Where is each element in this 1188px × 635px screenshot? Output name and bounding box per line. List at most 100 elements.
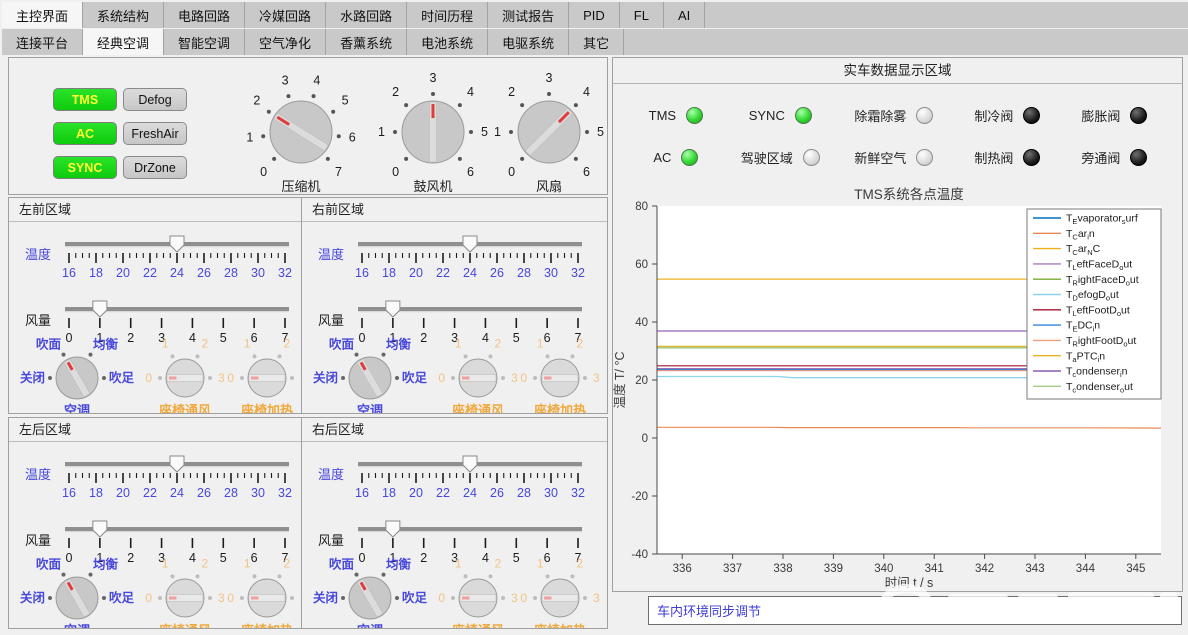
seat-heat-knob[interactable]: 0123座椅加热 — [223, 564, 302, 629]
slider-thumb[interactable] — [386, 301, 400, 317]
toggle-sync-button[interactable]: SYNC — [53, 156, 117, 179]
knob-pointer-group — [542, 595, 578, 602]
tab-classic-ac[interactable]: 经典空调 — [83, 29, 164, 55]
led-tms — [686, 107, 703, 124]
chart-title: TMS系统各点温度 — [854, 187, 964, 202]
temp-label: 温度 — [318, 464, 344, 483]
knob-stop-label: 3 — [430, 71, 437, 85]
tab-pid[interactable]: PID — [569, 2, 620, 28]
knob-stop-dot — [196, 574, 200, 578]
knob-pointer-group — [430, 102, 437, 162]
ac-mode-knob[interactable]: 关闭吹面均衡吹足空调 — [304, 560, 436, 629]
toggle-tms-button[interactable]: TMS — [53, 88, 117, 111]
slider-thumb[interactable] — [93, 301, 107, 317]
knob-stop-dot — [469, 130, 473, 134]
compressor-svg: 01234567压缩机 — [241, 84, 361, 194]
status-textbox[interactable]: 车内环境同步调节 — [648, 596, 1182, 625]
tab-ai[interactable]: AI — [664, 2, 705, 28]
temp-slider[interactable]: 161820222426283032 — [352, 234, 588, 291]
knob-stop-label: 吹足 — [109, 590, 135, 605]
tab-battery-system[interactable]: 电池系统 — [407, 29, 488, 55]
knob-stop-dot — [341, 376, 345, 380]
tab-fragrance-system[interactable]: 香薰系统 — [326, 29, 407, 55]
temperature-chart: TMS系统各点温度-40-200204060803363373383393403… — [613, 184, 1184, 591]
slider-tick-label: 22 — [143, 486, 157, 500]
tab-refrigerant-loop[interactable]: 冷媒回路 — [245, 2, 326, 28]
freshair-button[interactable]: FreshAir — [123, 122, 187, 145]
slider-tick-label: 22 — [436, 266, 450, 280]
knob-stop-dot — [208, 376, 212, 380]
drzone-button[interactable]: DrZone — [123, 156, 187, 179]
seat-heat-knob[interactable]: 0123座椅加热 — [516, 564, 604, 629]
knob-stop-label: 吹足 — [109, 370, 135, 385]
y-tick-label: 60 — [635, 259, 648, 271]
slider-tick-label: 20 — [409, 486, 423, 500]
y-tick-label: 0 — [642, 433, 648, 445]
seat-heat-svg: 0123座椅加热 — [223, 564, 302, 629]
knob-stop-dot — [382, 573, 386, 577]
blower-knob[interactable]: 0123456鼓风机 — [373, 84, 493, 199]
fan-knob[interactable]: 0123456风扇 — [489, 84, 609, 199]
tab-smart-ac[interactable]: 智能空调 — [164, 29, 245, 55]
tab-connect-platform[interactable]: 连接平台 — [2, 29, 83, 55]
knob-stop-dot — [312, 94, 316, 98]
seat-vent-svg: 0123座椅通风 — [434, 344, 522, 414]
knob-stop-label: 0 — [520, 371, 527, 385]
tab-electric-loop[interactable]: 电路回路 — [164, 2, 245, 28]
seat-vent-knob[interactable]: 0123座椅通风 — [141, 344, 229, 414]
ac-mode-knob[interactable]: 关闭吹面均衡吹足空调 — [11, 560, 143, 629]
temp-slider[interactable]: 161820222426283032 — [352, 454, 588, 511]
tab-water-loop[interactable]: 水路回路 — [326, 2, 407, 28]
tab-other[interactable]: 其它 — [569, 29, 624, 55]
slider-thumb[interactable] — [170, 236, 184, 252]
slider-thumb[interactable] — [386, 521, 400, 537]
tab-fl[interactable]: FL — [620, 2, 664, 28]
compressor-knob[interactable]: 01234567压缩机 — [241, 84, 361, 199]
seat-heat-knob[interactable]: 0123座椅加热 — [223, 344, 302, 414]
y-tick-label: -40 — [631, 549, 648, 561]
seat-vent-knob[interactable]: 0123座椅通风 — [434, 344, 522, 414]
indicator-ac: AC — [625, 149, 727, 166]
knob-stop-dot — [404, 157, 408, 161]
knob-stop-dot — [585, 130, 589, 134]
tab-test-report[interactable]: 测试报告 — [488, 2, 569, 28]
tab-air-purify[interactable]: 空气净化 — [245, 29, 326, 55]
slider-tick-label: 16 — [355, 486, 369, 500]
slider-tick-label: 18 — [89, 266, 103, 280]
indicator-defrost-defog: 除霜除雾 — [834, 106, 954, 125]
tab-edrive-system[interactable]: 电驱系统 — [488, 29, 569, 55]
knob-stop-label: 吹足 — [402, 590, 428, 605]
temp-slider[interactable]: 161820222426283032 — [59, 454, 295, 511]
knob-stop-dot — [62, 353, 66, 357]
seat-vent-knob[interactable]: 0123座椅通风 — [434, 564, 522, 629]
knob-stop-dot — [196, 354, 200, 358]
ac-mode-knob[interactable]: 关闭吹面均衡吹足空调 — [304, 340, 436, 414]
knob-stop-label: 0 — [508, 165, 515, 179]
seat-vent-knob[interactable]: 0123座椅通风 — [141, 564, 229, 629]
slider-thumb[interactable] — [463, 236, 477, 252]
temp-slider[interactable]: 161820222426283032 — [59, 234, 295, 291]
seat-heat-knob[interactable]: 0123座椅加热 — [516, 344, 604, 414]
tab-system-structure[interactable]: 系统结构 — [83, 2, 164, 28]
ac-mode-svg: 关闭吹面均衡吹足空调 — [304, 340, 436, 414]
ac-mode-knob[interactable]: 关闭吹面均衡吹足空调 — [11, 340, 143, 414]
temp-slider-svg: 161820222426283032 — [352, 454, 588, 506]
toggle-ac-button[interactable]: AC — [53, 122, 117, 145]
knob-stop-label: 1 — [244, 556, 251, 570]
led-ac — [681, 149, 698, 166]
knob-stop-dot — [404, 103, 408, 107]
x-tick-label: 340 — [874, 563, 893, 575]
defog-button[interactable]: Defog — [123, 88, 187, 111]
zone-title: 左前区域 — [9, 198, 301, 222]
knob-label: 空调 — [64, 403, 90, 414]
knob-stop-dot — [290, 376, 294, 380]
indicator-label: 除霜除雾 — [854, 106, 906, 125]
slider-thumb[interactable] — [93, 521, 107, 537]
slider-thumb[interactable] — [170, 456, 184, 472]
slider-thumb[interactable] — [463, 456, 477, 472]
slider-tick-label: 32 — [278, 266, 292, 280]
tab-time-history[interactable]: 时间历程 — [407, 2, 488, 28]
slider-tick-label: 24 — [463, 486, 477, 500]
tab-main-control[interactable]: 主控界面 — [2, 2, 83, 28]
vehicle-data-panel: 实车数据显示区域 TMS SYNC 除霜除雾 制冷阀 膨胀阀 AC 驾驶区域 新… — [612, 57, 1183, 592]
